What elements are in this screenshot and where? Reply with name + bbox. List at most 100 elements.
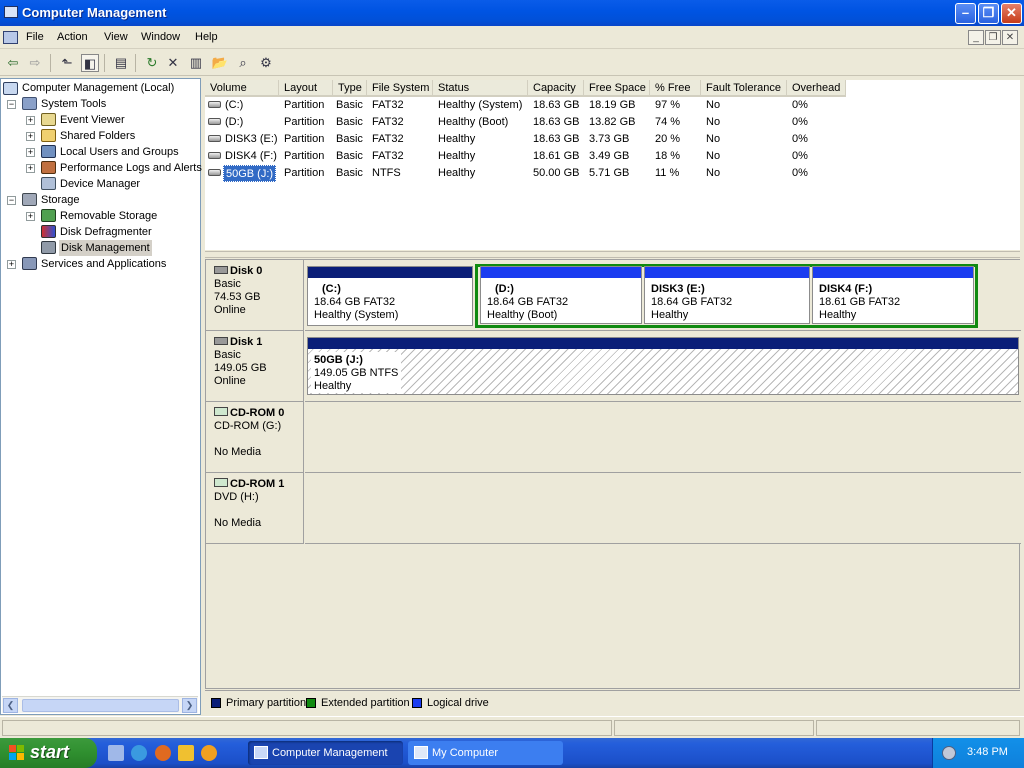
expand-removable-storage[interactable]: + (26, 212, 35, 221)
quicklaunch-app-icon[interactable] (201, 745, 217, 761)
scroll-left-button[interactable]: ❮ (3, 698, 18, 713)
back-arrow-icon[interactable]: ⇦ (4, 54, 22, 72)
device-manager-icon (41, 177, 56, 190)
disk-1-partitions: 50GB (J:) 149.05 GB NTFS Healthy (305, 331, 1021, 402)
disk-management-icon (41, 241, 56, 254)
disk-properties-icon[interactable]: ▥ (187, 54, 205, 72)
volume-list[interactable]: Volume Layout Type File System Status Ca… (205, 80, 1020, 250)
selected-volume-label: 50GB (J:) (223, 165, 277, 182)
primary-partition-bar (308, 267, 472, 278)
status-field (2, 720, 612, 736)
show-hide-tree-icon[interactable]: ◧ (81, 54, 99, 72)
cdrom-1-area (305, 473, 1021, 544)
disk-0-label[interactable]: Disk 0 Basic 74.53 GB Online (206, 260, 304, 331)
close-button[interactable]: ✕ (1001, 3, 1022, 24)
minimize-button[interactable]: – (955, 3, 976, 24)
removable-storage-icon (41, 209, 56, 222)
properties-icon[interactable]: ▤ (112, 54, 130, 72)
system-tray: 3:48 PM (932, 738, 1024, 768)
event-viewer-icon (41, 113, 56, 126)
mdi-restore-button[interactable]: ❐ (985, 30, 1001, 45)
disk-1-label[interactable]: Disk 1 Basic 149.05 GB Online (206, 331, 304, 402)
computer-icon (3, 82, 18, 95)
menu-window[interactable]: Window (141, 31, 180, 43)
scroll-thumb[interactable] (22, 699, 179, 712)
clock[interactable]: 3:48 PM (967, 746, 1008, 758)
partition-f[interactable]: DISK4 (F:) 18.61 GB FAT32 Healthy (812, 266, 974, 324)
column-header-free-space[interactable]: Free Space (584, 80, 650, 97)
column-header-capacity[interactable]: Capacity (528, 80, 584, 97)
up-folder-icon[interactable]: ⬑ (58, 54, 76, 72)
pane-splitter[interactable] (205, 251, 1020, 258)
column-header-status[interactable]: Status (433, 80, 528, 97)
cdrom-0-label[interactable]: CD-ROM 0 CD-ROM (G:) No Media (206, 402, 304, 473)
media-player-icon[interactable] (155, 745, 171, 761)
shared-folder-icon (41, 129, 56, 142)
partition-j[interactable]: 50GB (J:) 149.05 GB NTFS Healthy (307, 337, 1019, 395)
task-computer-management[interactable]: Computer Management (248, 741, 403, 765)
cdrom-1-label[interactable]: CD-ROM 1 DVD (H:) No Media (206, 473, 304, 544)
performance-icon (41, 161, 56, 174)
expand-shared-folders[interactable]: + (26, 132, 35, 141)
winamp-icon[interactable] (178, 745, 194, 761)
expand-event-viewer[interactable]: + (26, 116, 35, 125)
toolbar: ⇦ ⇨ ⬑ ◧ ▤ ↻ ✕ ▥ 📂 ⌕ ⚙ (0, 50, 1024, 76)
mdi-minimize-button[interactable]: _ (968, 30, 984, 45)
hard-disk-icon (214, 337, 228, 345)
menu-view[interactable]: View (104, 31, 128, 43)
partition-c[interactable]: (C:) 18.64 GB FAT32 Healthy (System) (307, 266, 473, 326)
quicklaunch-app-icon[interactable] (108, 745, 124, 761)
title-bar[interactable]: Computer Management – ❐ ✕ (0, 0, 1024, 26)
logical-legend-swatch (412, 698, 422, 708)
menu-file[interactable]: File (26, 31, 44, 43)
toolbar-separator (50, 54, 51, 72)
open-folder-icon[interactable]: 📂 (211, 54, 229, 72)
menu-action[interactable]: Action (57, 31, 88, 43)
refresh-icon[interactable]: ↻ (143, 54, 161, 72)
drive-icon (208, 101, 221, 108)
column-header-volume[interactable]: Volume (205, 80, 279, 97)
scroll-right-button[interactable]: ❯ (182, 698, 197, 713)
disk-0-partitions: (C:) 18.64 GB FAT32 Healthy (System) (D:… (305, 260, 1021, 331)
internet-explorer-icon[interactable] (131, 745, 147, 761)
computer-management-icon (4, 6, 18, 18)
window-title: Computer Management (22, 5, 167, 20)
start-button[interactable]: start (0, 738, 97, 768)
restore-button[interactable]: ❐ (978, 3, 999, 24)
drive-icon (208, 152, 221, 159)
column-header-layout[interactable]: Layout (279, 80, 333, 97)
drive-icon (208, 118, 221, 125)
logical-legend-label: Logical drive (427, 697, 489, 709)
console-tree[interactable]: Computer Management (Local) − System Too… (0, 78, 202, 715)
column-header-fault-tolerance[interactable]: Fault Tolerance (701, 80, 787, 97)
expand-perf-logs[interactable]: + (26, 164, 35, 173)
tools-icon (22, 97, 37, 110)
partition-legend: Primary partition Extended partition Log… (205, 690, 1020, 714)
tree-horizontal-scrollbar[interactable]: ❮ ❯ (2, 696, 198, 713)
status-field (816, 720, 1020, 736)
column-header-overhead[interactable]: Overhead (787, 80, 846, 97)
logical-drive-bar (481, 267, 641, 278)
search-icon[interactable]: ⌕ (234, 54, 252, 72)
services-icon (22, 257, 37, 270)
forward-arrow-icon[interactable]: ⇨ (26, 54, 44, 72)
expand-local-users[interactable]: + (26, 148, 35, 157)
task-my-computer[interactable]: My Computer (408, 741, 563, 765)
menu-help[interactable]: Help (195, 31, 218, 43)
partition-e[interactable]: DISK3 (E:) 18.64 GB FAT32 Healthy (644, 266, 810, 324)
partition-d[interactable]: (D:) 18.64 GB FAT32 Healthy (Boot) (480, 266, 642, 324)
tray-icon[interactable] (942, 746, 956, 760)
column-header-type[interactable]: Type (333, 80, 367, 97)
windows-flag-icon (9, 745, 24, 760)
primary-legend-label: Primary partition (226, 697, 307, 709)
expand-services-apps[interactable]: + (7, 260, 16, 269)
system-menu-icon[interactable] (3, 31, 18, 44)
collapse-storage[interactable]: − (7, 196, 16, 205)
collapse-system-tools[interactable]: − (7, 100, 16, 109)
mdi-close-button[interactable]: ✕ (1002, 30, 1018, 45)
delete-icon[interactable]: ✕ (164, 54, 182, 72)
settings-icon[interactable]: ⚙ (257, 54, 275, 72)
column-header-file-system[interactable]: File System (367, 80, 433, 97)
column-header-percent-free[interactable]: % Free (650, 80, 701, 97)
logical-drive-bar (813, 267, 973, 278)
